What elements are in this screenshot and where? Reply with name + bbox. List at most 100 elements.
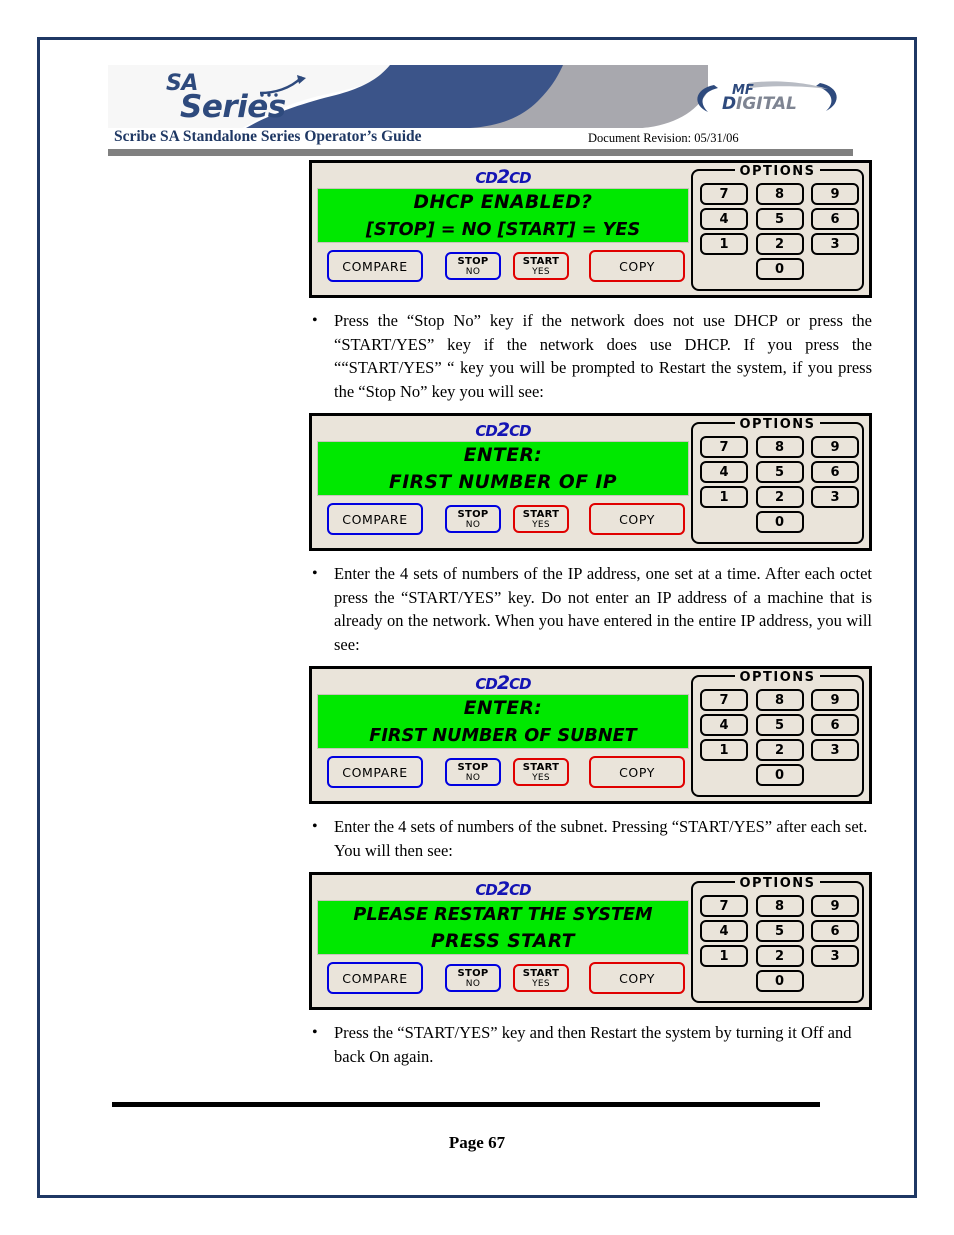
lcd-line-2: FIRST NUMBER OF SUBNET	[369, 725, 637, 746]
copy-button-label: COPY	[619, 764, 655, 780]
keypad-key-4[interactable]: 4	[700, 461, 748, 483]
start-yes-button[interactable]: START YES	[513, 505, 569, 533]
start-yes-button[interactable]: START YES	[513, 758, 569, 786]
mf-digital-logo-svg: MF D IGITAL	[697, 81, 837, 114]
keypad-key-8[interactable]: 8	[755, 436, 804, 458]
keypad-key-1[interactable]: 1	[700, 486, 748, 508]
keypad-key-3[interactable]: 3	[811, 739, 859, 761]
keypad-key-5[interactable]: 5	[755, 208, 804, 230]
page-border: SA Series MF D IGITAL Scribe SA Standalo…	[37, 37, 917, 1198]
keypad-key-9[interactable]: 9	[811, 436, 859, 458]
options-title: OPTIONS	[693, 668, 862, 686]
keypad-key-8[interactable]: 8	[755, 895, 804, 917]
keypad-key-2[interactable]: 2	[755, 739, 804, 761]
keypad-key-2[interactable]: 2	[755, 233, 804, 255]
keypad-key-0[interactable]: 0	[755, 511, 804, 533]
copy-button-label: COPY	[619, 258, 655, 274]
lcd-line-2: FIRST NUMBER OF IP	[389, 471, 617, 493]
start-button-label-bottom: YES	[532, 519, 550, 530]
stop-button-label-bottom: NO	[465, 772, 481, 783]
keypad-key-4[interactable]: 4	[700, 714, 748, 736]
bullet-marker: •	[312, 818, 318, 835]
mf-digital-logo: MF D IGITAL	[688, 75, 848, 119]
start-yes-button[interactable]: START YES	[513, 964, 569, 992]
copy-button[interactable]: COPY	[589, 962, 685, 994]
keypad-key-6[interactable]: 6	[811, 920, 859, 942]
compare-button[interactable]: COMPARE	[327, 250, 423, 282]
keypad-key-2[interactable]: 2	[755, 486, 804, 508]
keypad-key-0[interactable]: 0	[755, 258, 804, 280]
start-button-label-top: START	[522, 508, 560, 520]
device-panel: CD2CD ENTER: FIRST NUMBER OF IP COMPARE …	[309, 413, 872, 551]
keypad-key-6[interactable]: 6	[811, 714, 859, 736]
keypad-key-6[interactable]: 6	[811, 208, 859, 230]
device-button-row: COMPARE STOP NO START YES COPY	[323, 756, 693, 792]
keypad-key-4[interactable]: 4	[700, 208, 748, 230]
options-title-label: OPTIONS	[735, 876, 820, 891]
lcd-line-1: ENTER:	[463, 444, 543, 466]
keypad-key-8[interactable]: 8	[755, 183, 804, 205]
keypad-key-9[interactable]: 9	[811, 183, 859, 205]
copy-button[interactable]: COPY	[589, 503, 685, 535]
keypad-key-2[interactable]: 2	[755, 945, 804, 967]
keypad-key-9[interactable]: 9	[811, 895, 859, 917]
bullet-paragraph: • Enter the 4 sets of numbers of the IP a…	[309, 562, 872, 656]
keypad-key-4[interactable]: 4	[700, 920, 748, 942]
bullet-text: Press the “Stop No” key if the network d…	[334, 311, 872, 401]
device-panel: CD2CD DHCP ENABLED? [STOP] = NO [START] …	[309, 160, 872, 298]
keypad-key-7[interactable]: 7	[700, 183, 748, 205]
start-button-label-top: START	[522, 761, 560, 773]
keypad-key-6[interactable]: 6	[811, 461, 859, 483]
start-button-label-bottom: YES	[532, 978, 550, 989]
stop-button-label-top: STOP	[457, 255, 489, 267]
stop-no-button[interactable]: STOP NO	[445, 758, 501, 786]
keypad-key-1[interactable]: 1	[700, 739, 748, 761]
copy-button[interactable]: COPY	[589, 250, 685, 282]
lcd-display: DHCP ENABLED? [STOP] = NO [START] = YES	[317, 188, 689, 243]
copy-button-label: COPY	[619, 511, 655, 527]
compare-button[interactable]: COMPARE	[327, 756, 423, 788]
compare-button[interactable]: COMPARE	[327, 962, 423, 994]
header-divider-bar	[108, 149, 853, 156]
bullet-text: Enter the 4 sets of numbers of the IP ad…	[334, 564, 872, 654]
device-button-row: COMPARE STOP NO START YES COPY	[323, 503, 693, 539]
keypad-key-7[interactable]: 7	[700, 436, 748, 458]
stop-no-button[interactable]: STOP NO	[445, 252, 501, 280]
compare-button[interactable]: COMPARE	[327, 503, 423, 535]
keypad-key-0[interactable]: 0	[755, 970, 804, 992]
stop-no-button[interactable]: STOP NO	[445, 964, 501, 992]
stop-button-label-top: STOP	[457, 508, 489, 520]
keypad-key-0[interactable]: 0	[755, 764, 804, 786]
lcd-display: ENTER: FIRST NUMBER OF IP	[317, 441, 689, 496]
document-header: SA Series MF D IGITAL Scribe SA Standalo…	[108, 65, 853, 156]
lcd-display: PLEASE RESTART THE SYSTEM PRESS START	[317, 900, 689, 955]
compare-button-label: COMPARE	[342, 258, 408, 274]
device-panel: CD2CD ENTER: FIRST NUMBER OF SUBNET COMP…	[309, 666, 872, 804]
stop-button-label-bottom: NO	[465, 519, 481, 530]
device-button-row: COMPARE STOP NO START YES COPY	[323, 962, 693, 998]
keypad-key-3[interactable]: 3	[811, 945, 859, 967]
keypad-key-5[interactable]: 5	[755, 714, 804, 736]
keypad-key-9[interactable]: 9	[811, 689, 859, 711]
options-title-label: OPTIONS	[735, 164, 820, 179]
stop-button-label-top: STOP	[457, 761, 489, 773]
options-title-label: OPTIONS	[735, 670, 820, 685]
keypad-key-3[interactable]: 3	[811, 486, 859, 508]
start-button-label-top: START	[522, 967, 560, 979]
stop-no-button[interactable]: STOP NO	[445, 505, 501, 533]
copy-button[interactable]: COPY	[589, 756, 685, 788]
options-title-label: OPTIONS	[735, 417, 820, 432]
svg-text:IGITAL: IGITAL	[736, 94, 797, 114]
start-yes-button[interactable]: START YES	[513, 252, 569, 280]
keypad-key-5[interactable]: 5	[755, 920, 804, 942]
keypad-key-8[interactable]: 8	[755, 689, 804, 711]
keypad-key-7[interactable]: 7	[700, 689, 748, 711]
keypad-key-1[interactable]: 1	[700, 233, 748, 255]
svg-text:D: D	[722, 94, 736, 114]
keypad-key-1[interactable]: 1	[700, 945, 748, 967]
device-button-row: COMPARE STOP NO START YES COPY	[323, 250, 693, 286]
cd2cd-brand-logo: CD2CD	[475, 419, 531, 441]
keypad-key-7[interactable]: 7	[700, 895, 748, 917]
keypad-key-5[interactable]: 5	[755, 461, 804, 483]
keypad-key-3[interactable]: 3	[811, 233, 859, 255]
